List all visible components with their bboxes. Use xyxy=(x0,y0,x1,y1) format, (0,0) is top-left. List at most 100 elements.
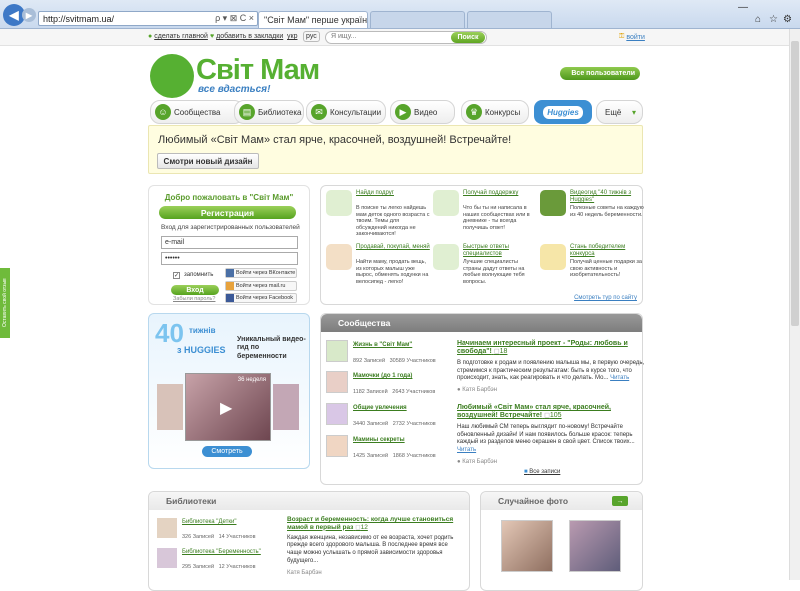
gift-icon xyxy=(326,244,352,270)
home-icon: ● xyxy=(148,33,153,40)
library-panel: Библиотеки Библиотека "Детки" 326 Записей… xyxy=(148,491,470,591)
vk-login-button[interactable]: Войти через ВКонтакте xyxy=(225,268,297,278)
login-box: Добро пожаловать в "Світ Мам" Регистраци… xyxy=(148,185,310,305)
film-icon xyxy=(540,190,566,216)
feature-item[interactable]: Стань победителем конкурса Получай ценные… xyxy=(540,244,644,300)
author-avatar-icon: ● xyxy=(457,458,461,465)
post-title[interactable]: Любимый «Світ Мам» стал ярче, красочней,… xyxy=(457,404,645,421)
make-home-link[interactable]: ● сделать главной xyxy=(148,33,208,40)
menu-video[interactable]: ▶ Видео xyxy=(390,100,455,124)
video-thumb-right xyxy=(273,384,299,430)
read-more-link[interactable]: Читать xyxy=(457,447,476,453)
video-icon: ▶ xyxy=(395,104,411,120)
scrollbar[interactable] xyxy=(789,29,800,580)
logo-mark-icon xyxy=(150,54,194,98)
menu-library[interactable]: ▤ Библиотека xyxy=(234,100,304,124)
password-field[interactable]: •••••• xyxy=(161,252,298,265)
random-photo[interactable] xyxy=(569,520,621,572)
community-item[interactable]: Мамины секреты 1425 Записей 1868 Участник… xyxy=(326,435,448,467)
feature-item[interactable]: Быстрые ответы специалистов Лучшие специа… xyxy=(433,244,537,300)
community-avatar xyxy=(326,371,348,393)
menu-communities[interactable]: ☺ Сообщества xyxy=(150,100,244,124)
minimize-button[interactable]: — xyxy=(738,2,748,13)
support-icon xyxy=(433,190,459,216)
features-panel: Найди подруг В поиске ты легко найдешь ма… xyxy=(320,185,644,305)
site-topbar: ● сделать главной ♥ добавить в закладки ук… xyxy=(0,29,800,46)
all-users-button[interactable]: Все пользователи xyxy=(560,67,640,80)
communities-panel: Сообщества Жизнь в "Світ Мам" 892 Записей… xyxy=(320,313,645,485)
lang-rus[interactable]: рус xyxy=(303,31,320,42)
library-item[interactable]: Библиотека "Детки" 326 Записей 14 Участни… xyxy=(157,518,277,548)
site-logo[interactable]: Світ Мам все вдасться! xyxy=(150,54,325,100)
facebook-login-button[interactable]: Войти через Facebook xyxy=(225,293,297,303)
feedback-tab[interactable]: Оставить свой отзыв xyxy=(0,268,10,338)
logo-name: Світ Мам xyxy=(196,54,320,86)
post-title[interactable]: Возраст и беременность: когда лучше стан… xyxy=(287,516,457,532)
community-item[interactable]: Общие увлечения 3440 Записей 2732 Участни… xyxy=(326,403,448,435)
tour-link[interactable]: Смотреть тур по сайту xyxy=(574,295,637,301)
promo-title: Уникальный видео-гид по беременности xyxy=(237,336,306,360)
login-title: Добро пожаловать в "Світ Мам" xyxy=(164,193,294,202)
communities-header: Сообщества xyxy=(321,314,642,332)
gear-icon[interactable]: ⚙ xyxy=(783,14,792,25)
post-title[interactable]: Начинаем интересный проект - "Роды: любо… xyxy=(457,340,645,357)
banner-text: Любимый «Світ Мам» стал ярче, красочней,… xyxy=(158,134,512,146)
promo-brand: з HUGGIES xyxy=(177,345,226,355)
remember-checkbox[interactable]: ✓ xyxy=(173,272,180,279)
vk-icon xyxy=(226,269,234,277)
home-icon[interactable]: ⌂ xyxy=(755,14,761,25)
scrollbar-thumb[interactable] xyxy=(791,41,799,326)
search-button[interactable]: Поиск xyxy=(451,32,485,43)
feature-item[interactable]: Видеогид "40 тижнів з Huggies" Полезные с… xyxy=(540,190,644,246)
book-icon: ▤ xyxy=(239,104,255,120)
menu-consultations[interactable]: ✉ Консультации xyxy=(306,100,386,124)
next-photo-button[interactable]: → xyxy=(612,496,628,506)
community-avatar xyxy=(326,435,348,457)
address-bar[interactable]: http://svitmam.ua/ ρ ▾ ⊠ C × xyxy=(38,11,258,26)
menu-more[interactable]: Ещё ▾ xyxy=(596,100,643,124)
login-link[interactable]: ⚿ войти xyxy=(619,33,645,41)
bookmark-link[interactable]: ♥ добавить в закладки xyxy=(210,33,283,40)
login-subtitle: Вход для зарегистрированных пользователе… xyxy=(161,224,300,231)
tab-other[interactable] xyxy=(370,11,465,28)
address-icons: ρ ▾ ⊠ C × xyxy=(215,13,254,23)
feature-item[interactable]: Продавай, покупай, меняй Найти маму, прод… xyxy=(326,244,430,300)
chat-icon: ✉ xyxy=(311,104,327,120)
random-photo[interactable] xyxy=(501,520,553,572)
present-icon xyxy=(540,244,566,270)
specialist-icon xyxy=(433,244,459,270)
tab-active[interactable]: "Світ Мам" перше українське... xyxy=(258,11,368,28)
lock-icon: ⚿ xyxy=(619,33,625,40)
announcement-banner: Любимый «Світ Мам» стал ярче, красочней,… xyxy=(148,125,643,174)
feature-item[interactable]: Получай поддержку Что бы ты ни написала в… xyxy=(433,190,537,246)
forward-button[interactable]: ▶ xyxy=(22,8,36,22)
menu-huggies[interactable]: Huggies xyxy=(534,100,592,124)
community-item[interactable]: Мамочки (до 1 года) 1182 Записей 2643 Уча… xyxy=(326,371,448,403)
video-thumbnail[interactable]: 36 неделя ▶ xyxy=(185,373,271,441)
community-post: Начинаем интересный проект - "Роды: любо… xyxy=(457,340,645,394)
enter-button[interactable]: Вход xyxy=(171,285,219,295)
friends-icon xyxy=(326,190,352,216)
all-posts-link[interactable]: ■ Все записи xyxy=(524,469,560,475)
people-icon: ☺ xyxy=(155,104,171,120)
author-avatar-icon: ● xyxy=(457,387,461,394)
tab-other-2[interactable] xyxy=(467,11,552,28)
mailru-login-button[interactable]: Войти через mail.ru xyxy=(225,281,297,291)
huggies-promo[interactable]: 40 тижнів з HUGGIES Уникальный видео-гид… xyxy=(148,313,310,469)
week-label: 36 неделя xyxy=(237,377,266,383)
read-more-link[interactable]: Читать xyxy=(610,375,629,381)
feature-item[interactable]: Найди подруг В поиске ты легко найдешь ма… xyxy=(326,190,430,246)
community-item[interactable]: Жизнь в "Світ Мам" 892 Записей 30589 Учас… xyxy=(326,340,448,372)
register-button[interactable]: Регистрация xyxy=(159,206,296,219)
community-post: Любимый «Світ Мам» стал ярче, красочней,… xyxy=(457,404,645,465)
url-text: http://svitmam.ua/ xyxy=(43,13,115,24)
new-design-button[interactable]: Смотри новый дизайн xyxy=(157,153,259,169)
library-item[interactable]: Библиотека "Беременность" 295 Записей 12 … xyxy=(157,548,277,578)
watch-button[interactable]: Смотреть xyxy=(202,446,252,457)
favorites-icon[interactable]: ☆ xyxy=(769,14,778,25)
lang-ukr[interactable]: укр xyxy=(287,33,297,40)
email-field[interactable]: e-mail xyxy=(161,236,298,249)
forgot-link[interactable]: Забыли пароль? xyxy=(173,296,215,302)
menu-contests[interactable]: ♛ Конкурсы xyxy=(461,100,529,124)
browser-chrome: ◀ ▶ http://svitmam.ua/ ρ ▾ ⊠ C × "Світ М… xyxy=(0,0,800,29)
